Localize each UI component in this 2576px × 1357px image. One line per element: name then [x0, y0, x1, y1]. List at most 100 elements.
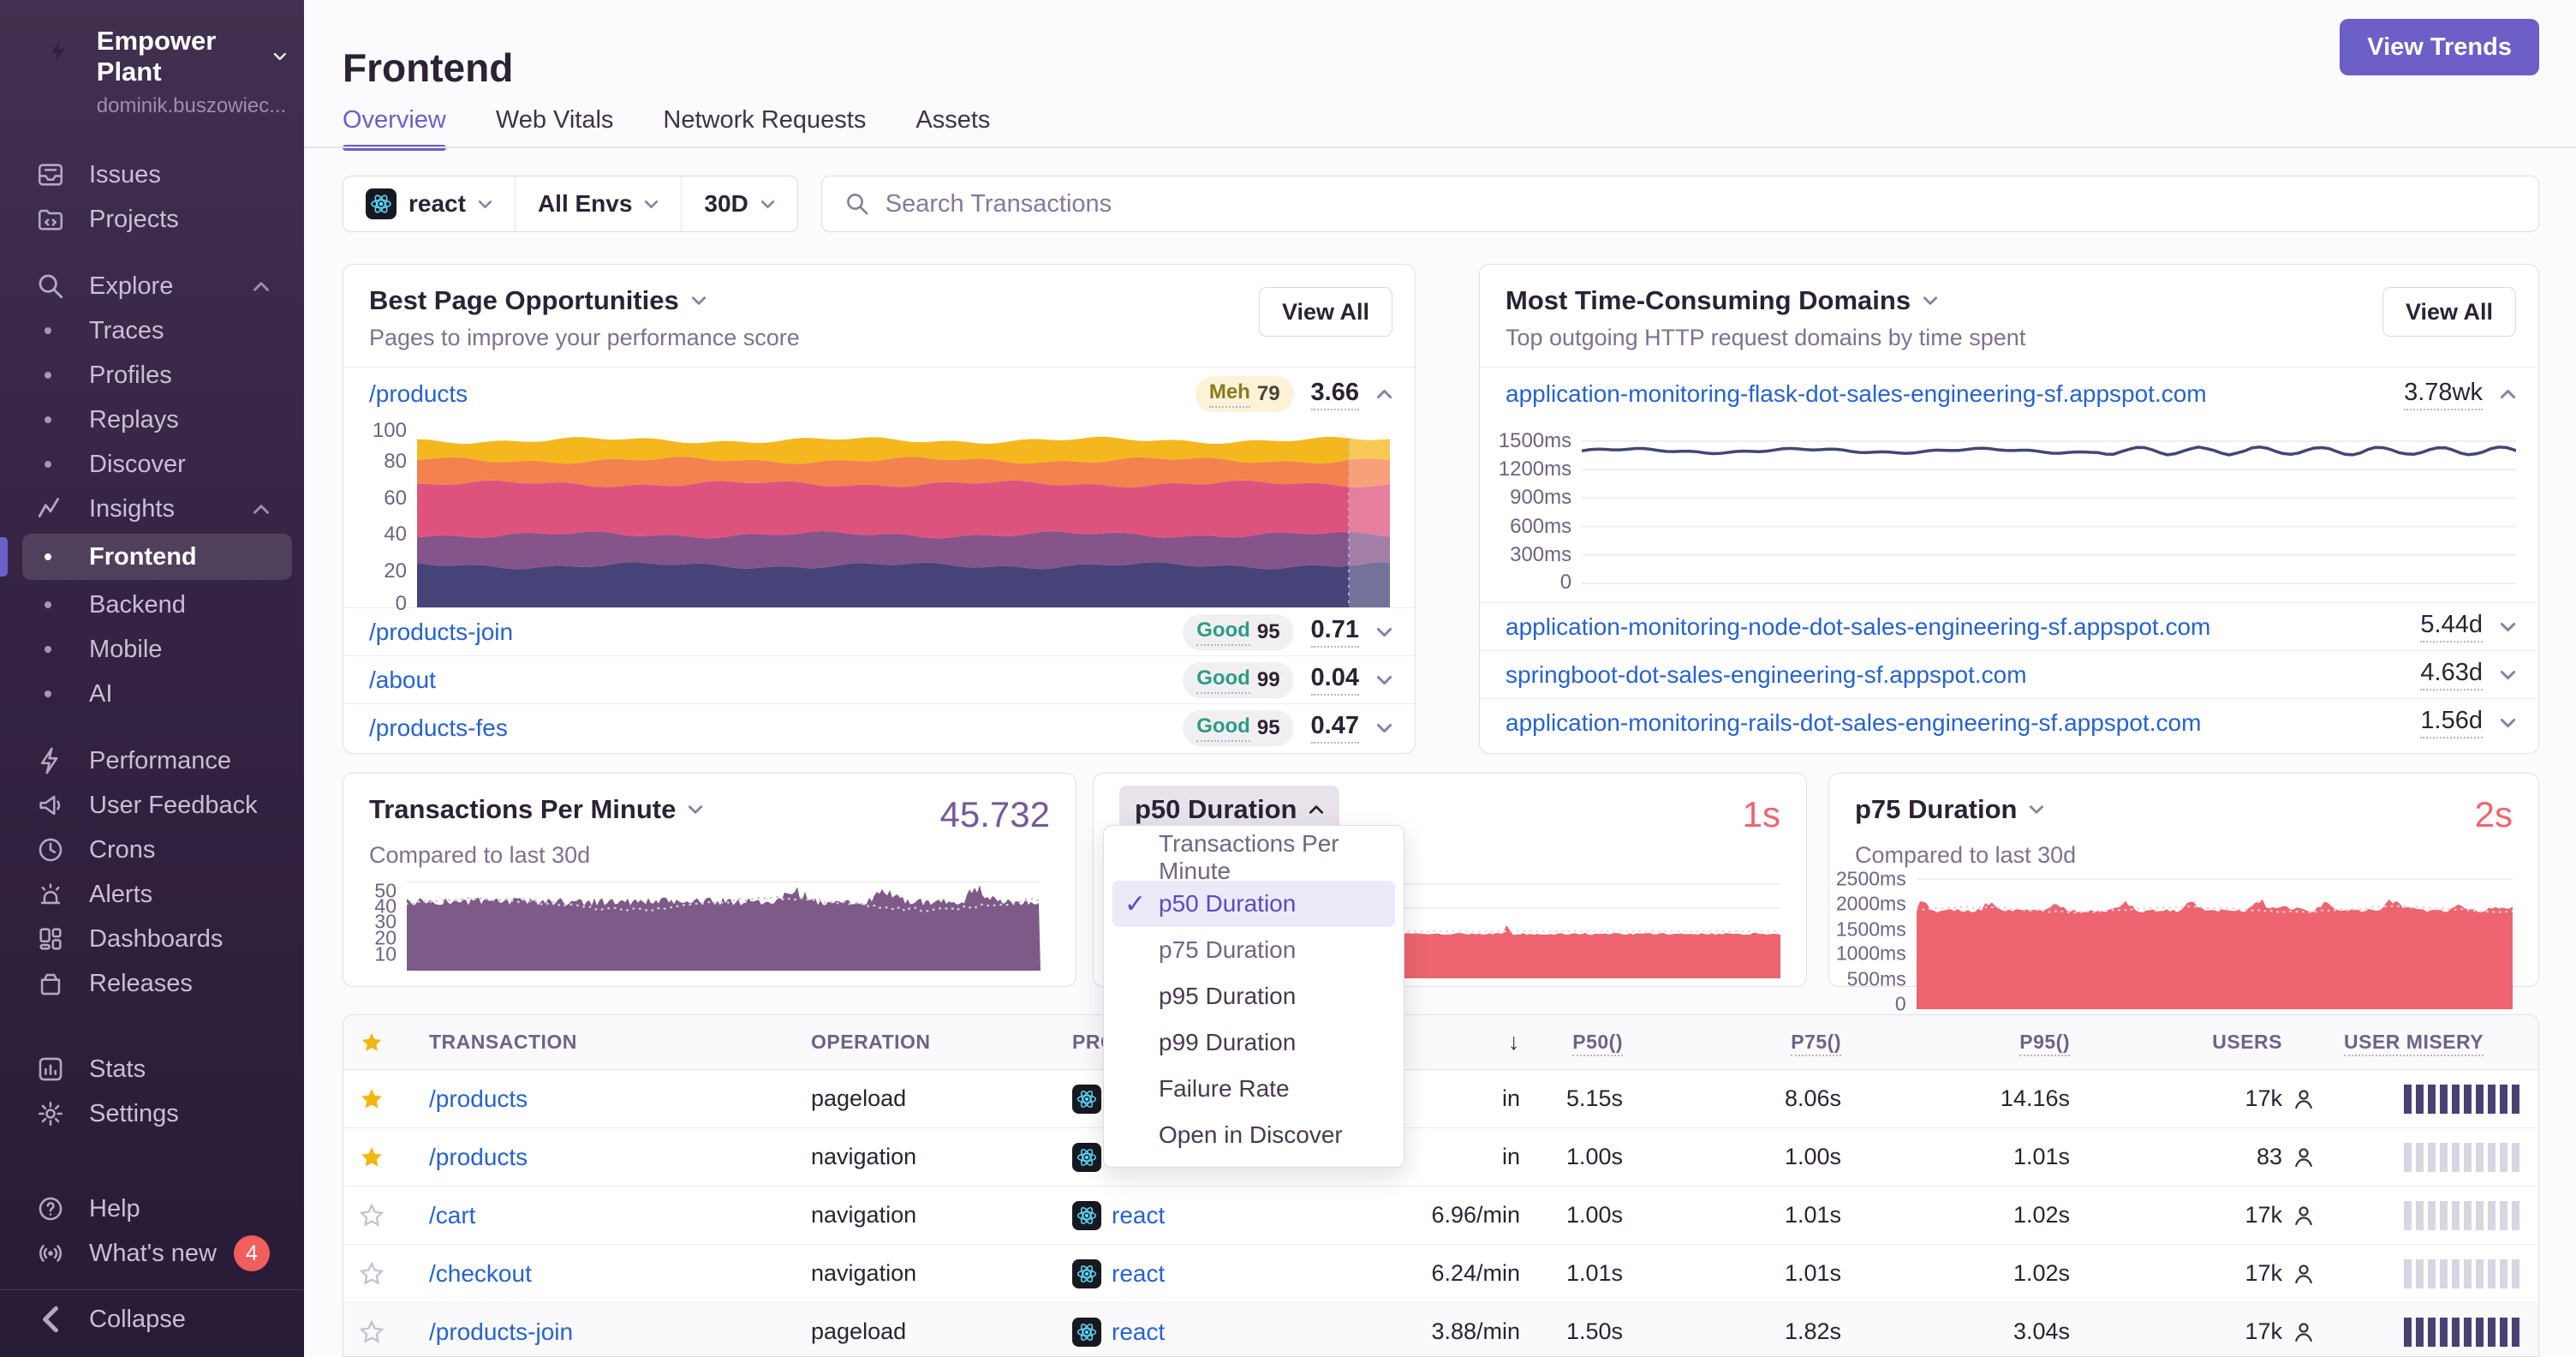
org-switcher[interactable]: Empower Plant dominik.buszowiec... — [0, 0, 304, 118]
menu-item-open-in-discover[interactable]: Open in Discover — [1104, 1112, 1404, 1158]
transaction-link[interactable]: /cart — [429, 1202, 475, 1228]
page-link[interactable]: /products — [369, 380, 468, 408]
tab-web-vitals[interactable]: Web Vitals — [496, 101, 614, 147]
favorite-toggle[interactable] — [343, 1319, 399, 1345]
sidebar-item-crons[interactable]: Crons — [0, 828, 304, 872]
collapse-row-icon[interactable] — [1376, 389, 1392, 399]
transaction-link[interactable]: /checkout — [429, 1260, 532, 1287]
sidebar-item-label: Mobile — [89, 635, 163, 663]
sidebar-item-alerts[interactable]: Alerts — [0, 872, 304, 917]
menu-item-p50[interactable]: ✓ p50 Duration — [1112, 881, 1395, 927]
tpm-title[interactable]: Transactions Per Minute — [369, 794, 703, 825]
sidebar-item-frontend[interactable]: Frontend — [0, 534, 292, 580]
favorite-toggle[interactable] — [343, 1203, 399, 1228]
sidebar-item-projects[interactable]: Projects — [0, 197, 304, 242]
tpm-cell: 6.24/min — [1431, 1260, 1520, 1286]
menu-item-p99[interactable]: p99 Duration — [1104, 1019, 1404, 1066]
page-link[interactable]: /products-join — [369, 619, 513, 646]
user-misery-bars — [2330, 1142, 2538, 1172]
domain-link[interactable]: springboot-dot-sales-engineering-sf.apps… — [1506, 661, 2027, 689]
col-p50[interactable]: P50() — [1534, 1031, 1637, 1056]
sidebar-item-ai[interactable]: AI — [0, 672, 304, 716]
p50-cell: 1.50s — [1565, 1318, 1623, 1344]
expand-row-icon[interactable] — [1376, 627, 1392, 637]
menu-item-p75[interactable]: p75 Duration — [1104, 927, 1404, 973]
favorite-toggle[interactable] — [343, 1086, 399, 1112]
sidebar-item-mobile[interactable]: Mobile — [0, 627, 304, 672]
p75-cell: 1.01s — [1784, 1202, 1841, 1228]
tab-assets[interactable]: Assets — [915, 101, 990, 147]
p75-title[interactable]: p75 Duration — [1855, 794, 2044, 825]
sidebar-item-dashboards[interactable]: Dashboards — [0, 917, 304, 961]
sidebar-item-stats[interactable]: Stats — [0, 1047, 304, 1091]
view-all-button[interactable]: View All — [1258, 287, 1392, 337]
page-link[interactable]: /products-fes — [369, 714, 508, 742]
environment-filter[interactable]: All Envs — [514, 176, 681, 231]
sidebar-item-backend[interactable]: Backend — [0, 583, 304, 627]
sidebar-item-replays[interactable]: Replays — [0, 398, 304, 442]
domain-link[interactable]: application-monitoring-rails-dot-sales-e… — [1506, 709, 2201, 737]
favorite-column-header[interactable] — [343, 1031, 399, 1055]
project-link[interactable]: react — [1112, 1318, 1165, 1346]
menu-item-p95[interactable]: p95 Duration — [1104, 973, 1404, 1019]
page-link[interactable]: /about — [369, 667, 436, 694]
sidebar-item-traces[interactable]: Traces — [0, 308, 304, 353]
menu-item-tpm[interactable]: Transactions Per Minute — [1104, 830, 1404, 884]
sidebar-item-performance[interactable]: Performance — [0, 738, 304, 783]
sidebar-item-settings[interactable]: Settings — [0, 1091, 304, 1136]
col-p75[interactable]: P75() — [1637, 1031, 1855, 1056]
user-misery-bars — [2330, 1200, 2538, 1230]
domain-link[interactable]: application-monitoring-node-dot-sales-en… — [1506, 613, 2210, 641]
operation-cell: navigation — [811, 1144, 917, 1169]
view-trends-button[interactable]: View Trends — [2340, 19, 2539, 75]
search-input[interactable] — [885, 189, 2516, 218]
transaction-link[interactable]: /products-join — [429, 1318, 573, 1345]
tab-network-requests[interactable]: Network Requests — [663, 101, 866, 147]
sidebar-item-explore[interactable]: Explore — [0, 264, 304, 308]
sidebar-footer: Help What's new 4 Collapse — [0, 1187, 304, 1357]
metric-dropdown-menu: Transactions Per Minute ✓ p50 Duration p7… — [1103, 825, 1404, 1168]
project-link[interactable]: react — [1112, 1202, 1165, 1229]
project-link[interactable]: react — [1112, 1260, 1165, 1288]
search-transactions[interactable] — [820, 176, 2539, 232]
transaction-link[interactable]: /products — [429, 1085, 528, 1112]
domain-link[interactable]: application-monitoring-flask-dot-sales-e… — [1506, 380, 2207, 408]
project-filter[interactable]: react — [343, 176, 515, 231]
sidebar-item-releases[interactable]: Releases — [0, 961, 304, 1006]
sidebar-item-user-feedback[interactable]: User Feedback — [0, 783, 304, 828]
sidebar-item-profiles[interactable]: Profiles — [0, 353, 304, 398]
score-badge: Good 95 — [1183, 613, 1294, 650]
user-misery-bars — [2330, 1317, 2538, 1347]
sidebar-item-label: Help — [89, 1194, 140, 1222]
expand-row-icon[interactable] — [2500, 718, 2516, 728]
sidebar-item-help[interactable]: Help — [0, 1187, 304, 1231]
p95-cell: 3.04s — [2012, 1318, 2070, 1344]
col-user-misery[interactable]: USER MISERY — [2330, 1031, 2538, 1056]
menu-item-failure-rate[interactable]: Failure Rate — [1104, 1066, 1404, 1112]
tpm-panel: Transactions Per Minute 45.732 Compared … — [343, 773, 1076, 987]
sidebar-item-issues[interactable]: Issues — [0, 152, 304, 197]
favorite-toggle[interactable] — [343, 1261, 399, 1287]
expand-row-icon[interactable] — [1376, 723, 1392, 733]
col-users[interactable]: USERS — [2084, 1031, 2330, 1054]
tab-overview[interactable]: Overview — [343, 101, 446, 151]
person-icon — [2291, 1319, 2317, 1345]
star-outline-icon — [359, 1319, 385, 1345]
expand-row-icon[interactable] — [2500, 622, 2516, 632]
expand-row-icon[interactable] — [2500, 670, 2516, 680]
view-all-button[interactable]: View All — [2382, 287, 2516, 337]
transaction-link[interactable]: /products — [429, 1144, 528, 1170]
expand-row-icon[interactable] — [1376, 675, 1392, 685]
col-p95[interactable]: P95() — [1855, 1031, 2084, 1056]
time-spent-value: 1.56d — [2420, 707, 2483, 738]
collapse-row-icon[interactable] — [2500, 389, 2516, 399]
person-icon — [2291, 1203, 2317, 1228]
sidebar-item-discover[interactable]: Discover — [0, 442, 304, 487]
sidebar-item-whats-new[interactable]: What's new 4 — [0, 1231, 304, 1276]
panel-title-row[interactable]: Best Page Opportunities — [369, 285, 1389, 316]
sidebar-collapse-button[interactable]: Collapse — [0, 1297, 304, 1342]
panel-title-row[interactable]: Most Time-Consuming Domains — [1506, 285, 2513, 316]
date-range-filter[interactable]: 30D — [681, 176, 796, 231]
favorite-toggle[interactable] — [343, 1145, 399, 1170]
sidebar-item-insights[interactable]: Insights — [0, 487, 304, 531]
